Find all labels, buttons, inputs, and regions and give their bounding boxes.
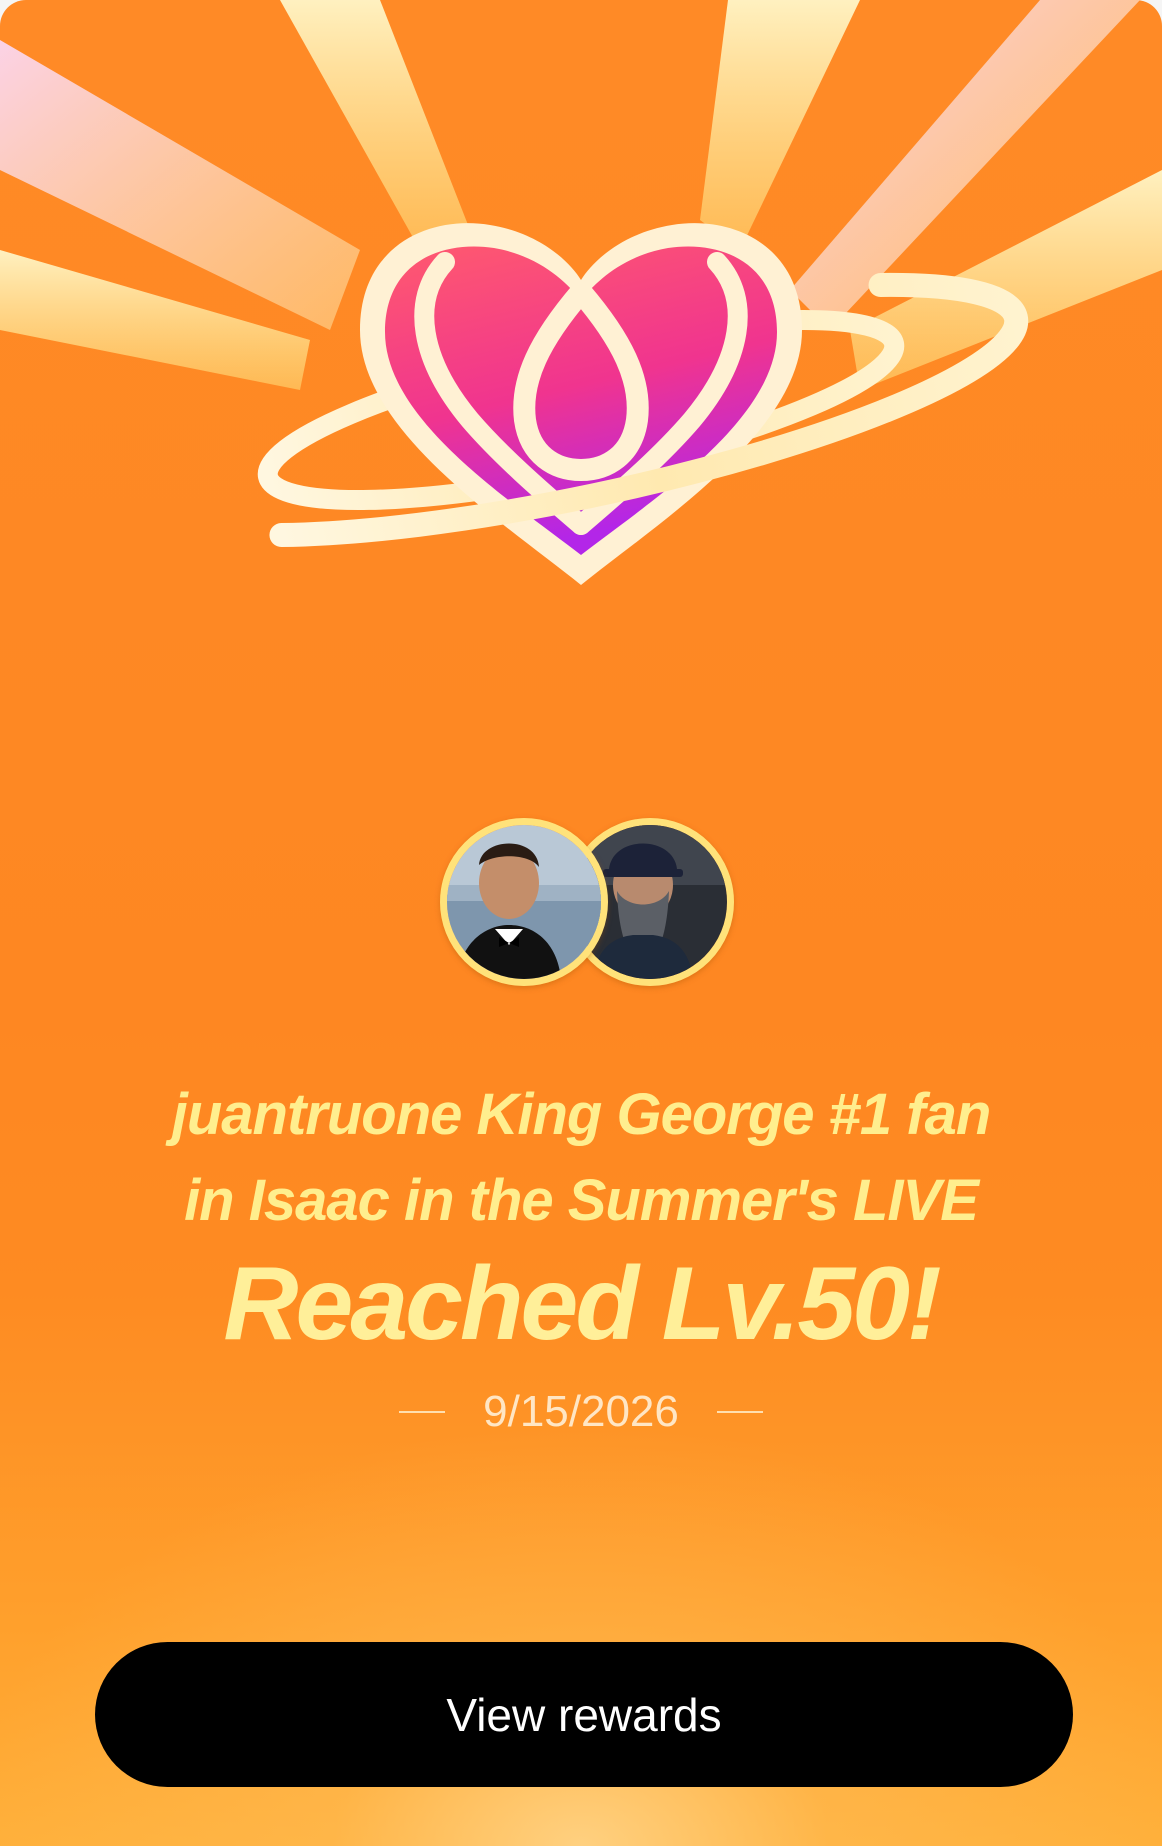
avatar[interactable] [440,818,608,986]
level-headline: Reached Lv.50! [223,1246,941,1362]
avatar-group [440,818,734,990]
heart-ring-icon [0,0,1162,585]
avatar-user-photo [447,825,601,979]
level-up-card: juantruone King George #1 fan in Isaac i… [0,0,1162,1846]
fan-title: juantruone King George #1 fan [171,1082,992,1147]
divider [716,1411,763,1413]
divider [399,1411,446,1413]
view-rewards-button[interactable]: View rewards [95,1642,1073,1787]
live-title: in Isaac in the Summer's LIVE [184,1168,979,1233]
date-row: 9/15/2026 [0,1386,1162,1438]
date-text: 9/15/2026 [483,1387,679,1436]
